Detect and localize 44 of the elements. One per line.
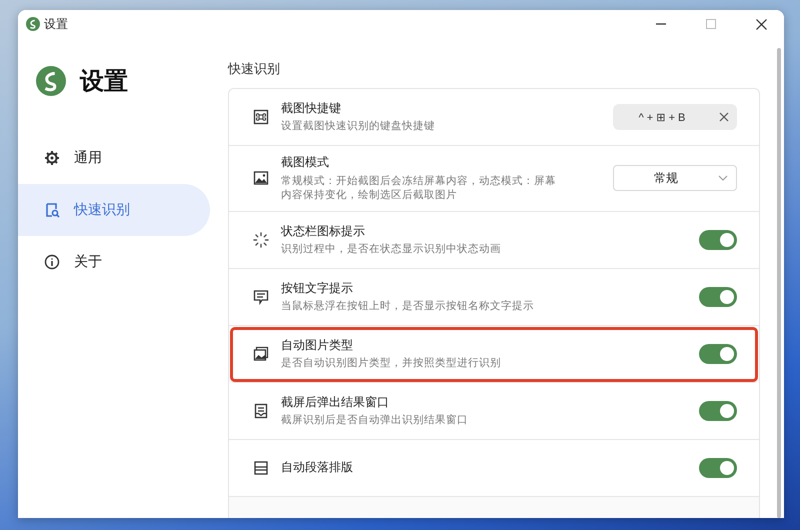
close-icon bbox=[756, 18, 766, 30]
sidebar-item[interactable]: 快速识别 bbox=[18, 184, 210, 236]
setting-description: 识别过程中，是否在状态显示识别中状态动画 bbox=[281, 242, 502, 256]
image-icon bbox=[253, 170, 269, 186]
setting-description: 常规模式：开始截图后会冻结屏幕内容，动态模式：屏幕内容保持变化，绘制选区后截取图片 bbox=[281, 174, 557, 202]
setting-description: 当鼠标悬浮在按钮上时，是否显示按钮名称文字提示 bbox=[281, 299, 535, 314]
sidebar-item[interactable]: 关于 bbox=[18, 236, 210, 288]
scan-icon bbox=[44, 202, 60, 218]
info-icon bbox=[44, 254, 60, 270]
maximize-icon bbox=[706, 19, 716, 29]
setting-title: 截图模式 bbox=[281, 155, 330, 171]
chevron-down-icon bbox=[718, 175, 728, 182]
setting-title: 截屏后弹出结果窗口 bbox=[281, 394, 390, 410]
app-logo-icon bbox=[36, 66, 66, 96]
toggle-switch[interactable] bbox=[699, 230, 737, 250]
spinner-icon bbox=[253, 232, 269, 248]
section-title: 快速识别 bbox=[228, 60, 281, 78]
toggle-switch[interactable] bbox=[699, 458, 737, 478]
setting-title: 自动图片类型 bbox=[281, 338, 354, 354]
setting-description: 设置截图快速识别的键盘快捷键 bbox=[281, 119, 436, 134]
minimize-icon bbox=[656, 23, 666, 25]
images-icon bbox=[253, 346, 269, 362]
shortcut-field[interactable]: ^ + ⊞ + B bbox=[613, 104, 737, 130]
command-key-icon bbox=[253, 109, 269, 125]
toggle-switch[interactable] bbox=[699, 400, 737, 421]
app-logo-icon bbox=[26, 17, 40, 31]
setting-description: 截屏识别后是否自动弹出识别结果窗口 bbox=[281, 413, 469, 428]
setting-title: 自动段落排版 bbox=[281, 460, 354, 476]
setting-title: 状态栏图标提示 bbox=[281, 224, 366, 240]
sidebar-item[interactable]: 通用 bbox=[18, 132, 210, 184]
toggle-switch[interactable] bbox=[699, 344, 737, 364]
toggle-switch[interactable] bbox=[699, 286, 737, 307]
setting-description: 是否自动识别图片类型，并按照类型进行识别 bbox=[281, 356, 502, 370]
window-title: 设置 bbox=[44, 16, 69, 32]
mode-dropdown[interactable]: 常规 bbox=[613, 165, 737, 192]
close-icon bbox=[719, 112, 729, 122]
window-icon bbox=[253, 402, 269, 419]
scrollbar[interactable] bbox=[777, 48, 781, 518]
layout-icon bbox=[253, 460, 269, 476]
speech-bubble-icon bbox=[253, 288, 269, 305]
gear-icon bbox=[44, 150, 60, 166]
setting-title: 截图快捷键 bbox=[281, 100, 342, 116]
sidebar-title: 设置 bbox=[80, 67, 128, 97]
setting-title: 按钮文字提示 bbox=[281, 280, 354, 296]
